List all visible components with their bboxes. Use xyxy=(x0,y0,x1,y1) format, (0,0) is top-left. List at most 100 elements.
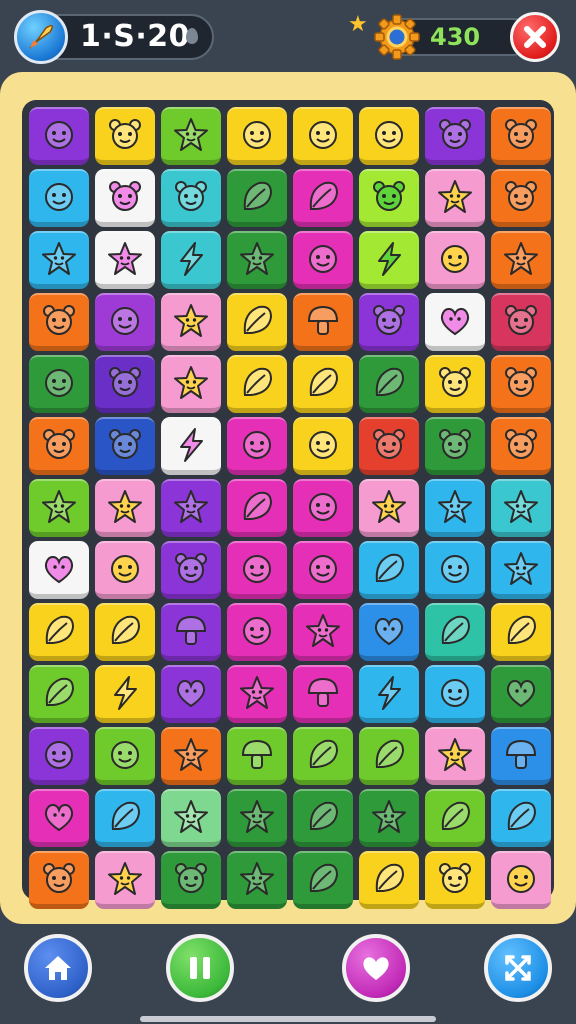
tile-star[interactable] xyxy=(293,603,353,661)
tile-leaf[interactable] xyxy=(227,479,287,537)
home-button[interactable] xyxy=(24,934,92,1002)
tile-heart[interactable] xyxy=(29,789,89,847)
tile-leaf[interactable] xyxy=(293,851,353,909)
tile-bear[interactable] xyxy=(95,417,155,475)
tile-bear[interactable] xyxy=(95,169,155,227)
tile-bear[interactable] xyxy=(95,107,155,165)
tile-bear[interactable] xyxy=(95,355,155,413)
tile-star[interactable] xyxy=(29,479,89,537)
tile-face[interactable] xyxy=(95,541,155,599)
tile-face[interactable] xyxy=(293,541,353,599)
tile-star[interactable] xyxy=(425,169,485,227)
tile-leaf[interactable] xyxy=(227,169,287,227)
tile-face[interactable] xyxy=(95,293,155,351)
tile-heart[interactable] xyxy=(491,665,551,723)
tile-bolt[interactable] xyxy=(95,665,155,723)
tile-bear[interactable] xyxy=(491,107,551,165)
tile-star[interactable] xyxy=(491,231,551,289)
tile-leaf[interactable] xyxy=(359,541,419,599)
tile-leaf[interactable] xyxy=(29,665,89,723)
tile-bear[interactable] xyxy=(425,107,485,165)
tile-bear[interactable] xyxy=(359,169,419,227)
tile-leaf[interactable] xyxy=(425,789,485,847)
tile-heart[interactable] xyxy=(29,541,89,599)
tile-leaf[interactable] xyxy=(293,169,353,227)
tile-star[interactable] xyxy=(227,665,287,723)
tile-mushroom[interactable] xyxy=(161,603,221,661)
tile-mushroom[interactable] xyxy=(293,665,353,723)
shuffle-button[interactable] xyxy=(484,934,552,1002)
tile-bear[interactable] xyxy=(491,293,551,351)
tile-leaf[interactable] xyxy=(227,293,287,351)
tile-bear[interactable] xyxy=(161,851,221,909)
tile-star[interactable] xyxy=(227,789,287,847)
tile-face[interactable] xyxy=(491,851,551,909)
tile-star[interactable] xyxy=(161,355,221,413)
tile-star[interactable] xyxy=(161,107,221,165)
tile-bolt[interactable] xyxy=(161,417,221,475)
tile-bear[interactable] xyxy=(161,541,221,599)
tile-heart[interactable] xyxy=(161,665,221,723)
tile-leaf[interactable] xyxy=(491,789,551,847)
tile-face[interactable] xyxy=(227,603,287,661)
tile-star[interactable] xyxy=(161,789,221,847)
tile-leaf[interactable] xyxy=(359,727,419,785)
tile-star[interactable] xyxy=(95,231,155,289)
tile-star[interactable] xyxy=(29,231,89,289)
tile-face[interactable] xyxy=(227,541,287,599)
rocket-button[interactable] xyxy=(14,10,68,64)
tile-star[interactable] xyxy=(227,231,287,289)
tile-bear[interactable] xyxy=(359,293,419,351)
tile-mushroom[interactable] xyxy=(293,293,353,351)
tile-star[interactable] xyxy=(425,727,485,785)
tile-bear[interactable] xyxy=(161,169,221,227)
tile-leaf[interactable] xyxy=(293,355,353,413)
tile-star[interactable] xyxy=(161,293,221,351)
tile-star[interactable] xyxy=(491,479,551,537)
tile-leaf[interactable] xyxy=(293,727,353,785)
tile-leaf[interactable] xyxy=(95,789,155,847)
tile-leaf[interactable] xyxy=(425,603,485,661)
tile-face[interactable] xyxy=(95,727,155,785)
tile-star[interactable] xyxy=(425,479,485,537)
tile-face[interactable] xyxy=(293,417,353,475)
tile-leaf[interactable] xyxy=(95,603,155,661)
tile-face[interactable] xyxy=(29,727,89,785)
tile-leaf[interactable] xyxy=(293,789,353,847)
close-button[interactable] xyxy=(510,12,560,62)
tile-mushroom[interactable] xyxy=(491,727,551,785)
tile-leaf[interactable] xyxy=(491,603,551,661)
tile-face[interactable] xyxy=(29,107,89,165)
tile-mushroom[interactable] xyxy=(227,727,287,785)
tile-heart[interactable] xyxy=(425,293,485,351)
tile-bear[interactable] xyxy=(29,293,89,351)
tile-bear[interactable] xyxy=(425,851,485,909)
tile-bear[interactable] xyxy=(491,417,551,475)
tile-bolt[interactable] xyxy=(359,665,419,723)
tile-bear[interactable] xyxy=(425,355,485,413)
tile-star[interactable] xyxy=(95,479,155,537)
tile-face[interactable] xyxy=(425,541,485,599)
tile-star[interactable] xyxy=(227,851,287,909)
tile-star[interactable] xyxy=(95,851,155,909)
tile-bear[interactable] xyxy=(29,417,89,475)
tile-heart[interactable] xyxy=(359,603,419,661)
tile-star[interactable] xyxy=(359,479,419,537)
tile-bear[interactable] xyxy=(491,355,551,413)
tile-bear[interactable] xyxy=(491,169,551,227)
tile-face[interactable] xyxy=(293,107,353,165)
tile-leaf[interactable] xyxy=(29,603,89,661)
tile-bear[interactable] xyxy=(29,851,89,909)
tile-face[interactable] xyxy=(29,355,89,413)
tile-leaf[interactable] xyxy=(359,851,419,909)
tile-star[interactable] xyxy=(359,789,419,847)
tile-bolt[interactable] xyxy=(161,231,221,289)
tile-leaf[interactable] xyxy=(359,355,419,413)
tile-face[interactable] xyxy=(227,417,287,475)
tile-bear[interactable] xyxy=(425,417,485,475)
tile-star[interactable] xyxy=(161,727,221,785)
pause-button[interactable] xyxy=(166,934,234,1002)
tile-star[interactable] xyxy=(161,479,221,537)
tile-star[interactable] xyxy=(491,541,551,599)
tile-face[interactable] xyxy=(29,169,89,227)
